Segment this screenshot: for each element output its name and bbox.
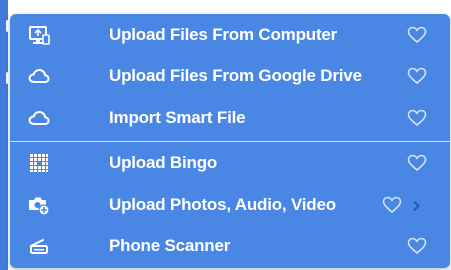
computer-upload-icon <box>28 24 50 46</box>
upload-menu: Upload Files From Computer Upload Files … <box>10 14 450 268</box>
menu-item-label: Phone Scanner <box>109 235 231 255</box>
menu-item-phone-scanner[interactable]: Phone Scanner <box>10 225 450 266</box>
heart-outline-icon[interactable] <box>407 109 427 127</box>
heart-outline-icon[interactable] <box>407 237 427 255</box>
menu-item-upload-photos-audio-video[interactable]: Upload Photos, Audio, Video <box>10 184 450 225</box>
cloud-icon <box>28 107 50 129</box>
menu-item-import-smart-file[interactable]: Import Smart File <box>10 97 450 138</box>
heart-outline-icon[interactable] <box>407 26 427 44</box>
bingo-grid-icon <box>28 152 50 174</box>
heart-outline-icon[interactable] <box>407 154 427 172</box>
background-panel-edge <box>0 0 10 270</box>
chevron-right-icon <box>411 199 421 211</box>
menu-item-upload-bingo[interactable]: Upload Bingo <box>10 142 450 183</box>
camera-add-icon <box>28 194 50 216</box>
menu-item-label: Import Smart File <box>109 107 246 127</box>
menu-item-upload-files-from-google-drive[interactable]: Upload Files From Google Drive <box>10 55 450 96</box>
menu-item-upload-files-from-computer[interactable]: Upload Files From Computer <box>10 14 450 55</box>
menu-item-label: Upload Files From Google Drive <box>109 65 362 85</box>
cloud-icon <box>28 65 50 87</box>
menu-item-label: Upload Bingo <box>109 152 218 172</box>
menu-item-label: Upload Photos, Audio, Video <box>109 194 336 214</box>
screen: Upload Files From Computer Upload Files … <box>0 0 451 270</box>
scanner-icon <box>28 235 50 257</box>
heart-outline-icon[interactable] <box>407 67 427 85</box>
menu-item-label: Upload Files From Computer <box>109 24 338 44</box>
heart-outline-icon[interactable] <box>382 196 402 214</box>
